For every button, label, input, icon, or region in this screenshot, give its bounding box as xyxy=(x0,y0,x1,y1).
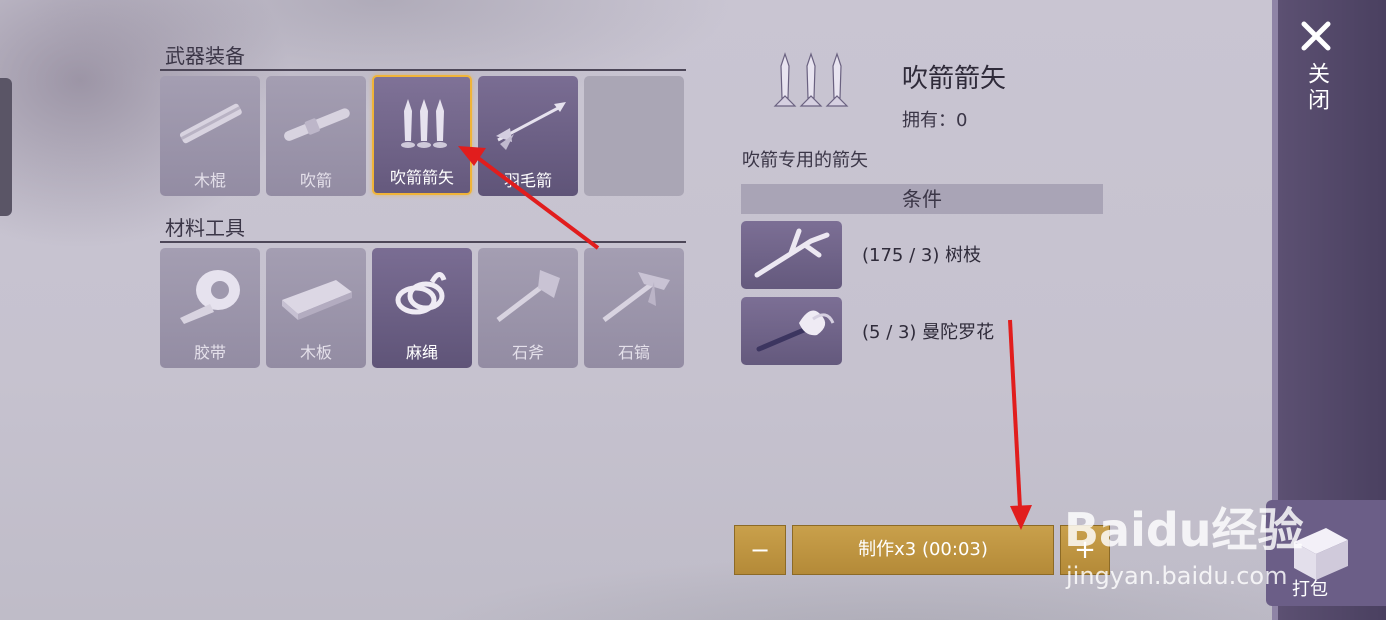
arrow-to-craft-button xyxy=(1008,319,1032,530)
watermark-brand: Baidu经验 xyxy=(1064,503,1304,557)
arrow-to-selected-slot xyxy=(458,146,600,250)
watermark-url: jingyan.baidu.com xyxy=(1066,562,1288,590)
